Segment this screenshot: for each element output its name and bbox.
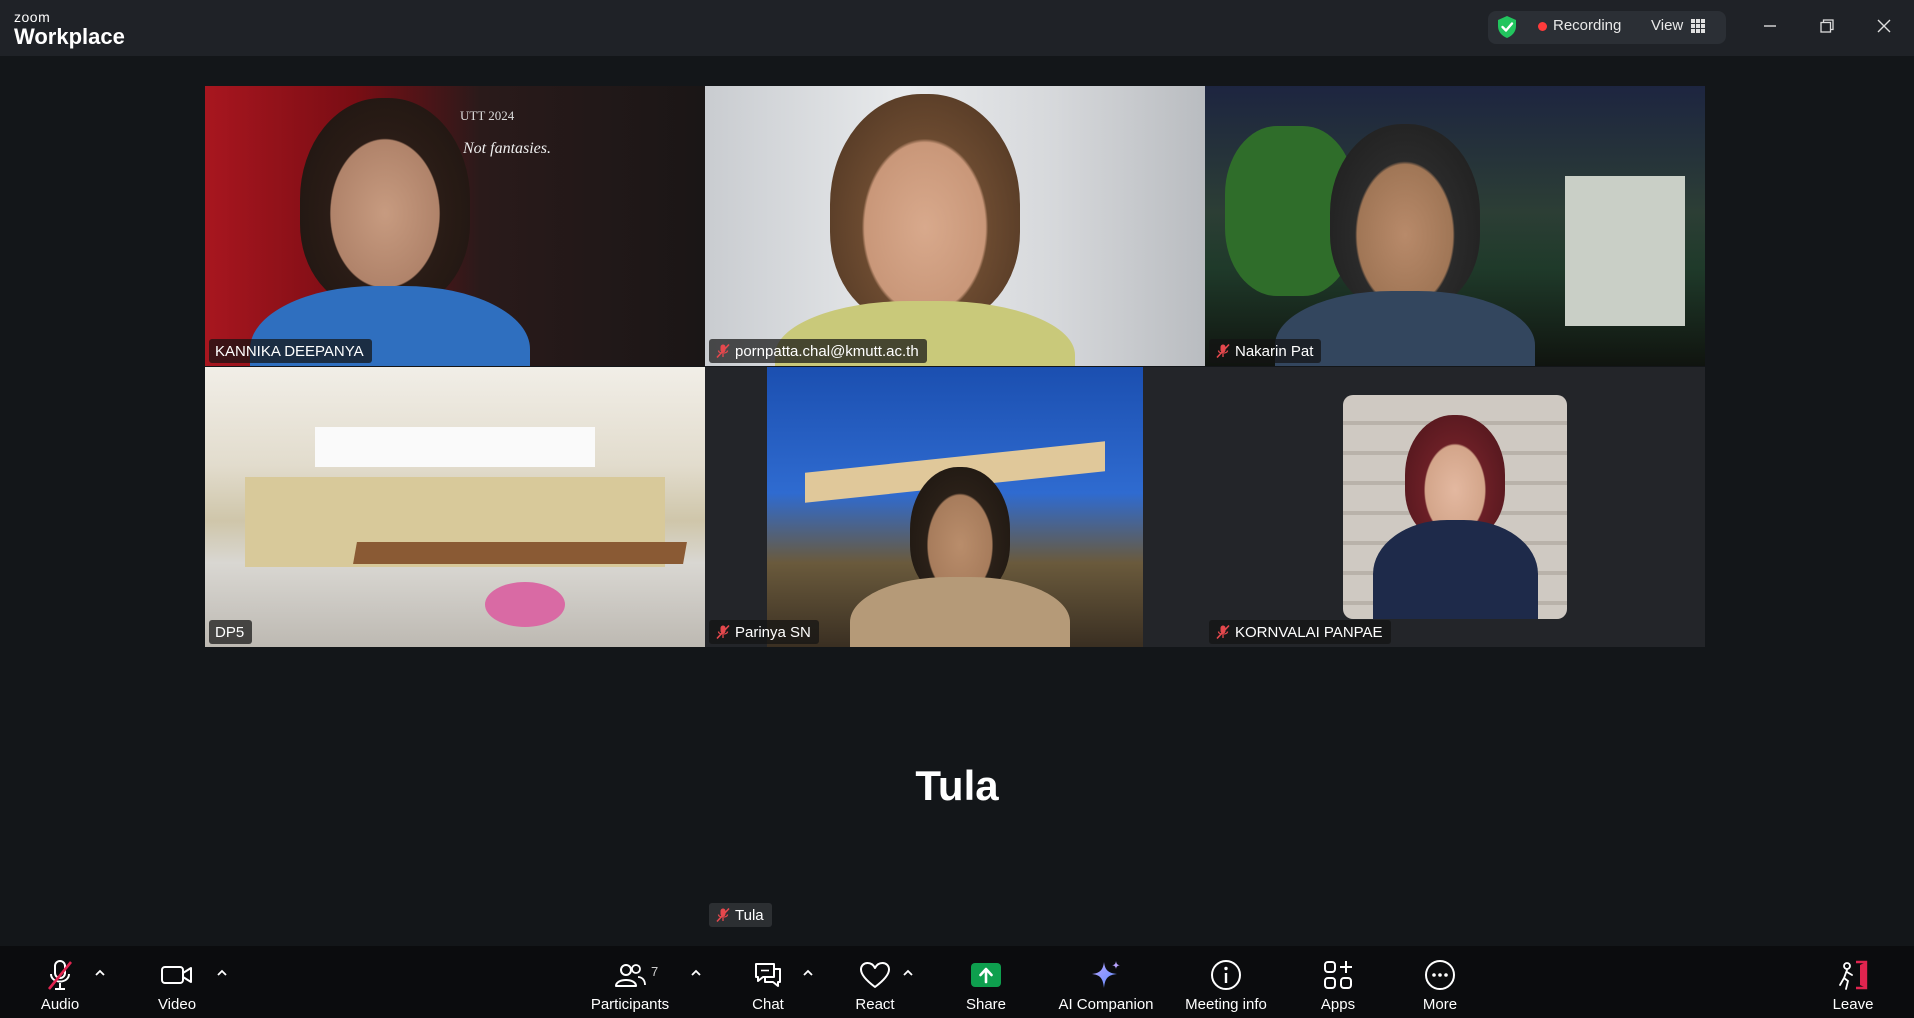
chat-button[interactable]: Chat (742, 946, 794, 1018)
ai-companion-label: AI Companion (1058, 996, 1154, 1013)
ai-sparkle-icon (1092, 961, 1120, 988)
more-button[interactable]: More (1414, 946, 1466, 1018)
chat-label: Chat (752, 996, 784, 1013)
apps-grid-icon (1324, 961, 1352, 989)
view-button[interactable]: View (1651, 17, 1683, 34)
video-tile-kannika[interactable]: UTT 2024 Not fantasies. KANNIKA DEEPANYA (205, 86, 705, 366)
participant-silhouette (830, 94, 1020, 324)
minimize-icon (1764, 25, 1776, 27)
muted-mic-icon (1216, 624, 1230, 640)
video-camera-icon (161, 966, 192, 984)
app-logo: zoom Workplace (14, 10, 125, 48)
share-screen-icon (971, 963, 1001, 987)
more-ellipsis-icon (1425, 960, 1455, 990)
no-video-participant-name[interactable]: Tula (0, 762, 1914, 810)
heart-icon (860, 962, 890, 988)
participants-button[interactable]: Participants (584, 946, 676, 1018)
recording-dot-icon (1538, 22, 1547, 31)
participants-icon (615, 964, 646, 987)
muted-mic-icon (716, 624, 730, 640)
recording-label[interactable]: Recording (1553, 17, 1621, 34)
gallery-grid-icon[interactable] (1691, 19, 1705, 33)
video-tile-parinya[interactable]: Parinya SN (705, 367, 1205, 647)
audio-button[interactable]: Audio (30, 946, 90, 1018)
react-button[interactable]: React (848, 946, 902, 1018)
minimize-button[interactable] (1752, 10, 1788, 42)
restore-button[interactable] (1809, 10, 1845, 42)
meeting-info-button[interactable]: Meeting info (1180, 946, 1272, 1018)
participant-name-label: Parinya SN (709, 620, 819, 644)
participant-name-label: Nakarin Pat (1209, 339, 1322, 363)
video-tile-nakarin[interactable]: Nakarin Pat (1205, 86, 1705, 366)
muted-mic-icon (716, 343, 730, 359)
poster-text: UTT 2024 (460, 108, 515, 123)
conference-table (353, 542, 687, 564)
apps-label: Apps (1320, 996, 1356, 1013)
muted-mic-icon (1216, 343, 1230, 359)
poster-text: Not fantasies. (463, 140, 552, 157)
chat-options-chevron-up-icon[interactable] (800, 966, 816, 980)
brand-workplace: Workplace (14, 24, 125, 49)
video-tile-dp5[interactable]: DP5 (205, 367, 705, 647)
more-label: More (1422, 996, 1458, 1013)
close-button[interactable] (1866, 10, 1902, 42)
muted-mic-icon (716, 907, 730, 923)
info-icon (1211, 960, 1241, 990)
participant-name-label: DP5 (209, 620, 253, 644)
profile-photo (1343, 395, 1567, 619)
video-options-chevron-up-icon[interactable] (214, 966, 230, 980)
audio-label: Audio (40, 996, 80, 1013)
profile-shoulders (1373, 520, 1538, 619)
leave-door-icon (1839, 960, 1868, 990)
leave-meeting-button[interactable]: Leave (1828, 946, 1878, 1018)
participants-options-chevron-up-icon[interactable] (688, 966, 704, 980)
participants-label: Participants (590, 996, 670, 1013)
brand-zoom: zoom (14, 9, 51, 25)
video-button[interactable]: Video (146, 946, 208, 1018)
meeting-toolbar: Audio Video Participants 7 Chat React Sh… (0, 946, 1914, 1018)
microphone-muted-icon (47, 960, 73, 990)
flower-arrangement (485, 582, 565, 627)
react-options-chevron-up-icon[interactable] (900, 966, 916, 980)
ceiling-light (315, 427, 595, 467)
audio-options-chevron-up-icon[interactable] (92, 966, 108, 980)
react-label: React (855, 996, 895, 1013)
meeting-info-label: Meeting info (1185, 996, 1267, 1013)
video-tile-kornvalai[interactable]: KORNVALAI PANPAE (1205, 367, 1705, 647)
close-icon (1877, 19, 1891, 33)
participant-name-label: KANNIKA DEEPANYA (209, 339, 372, 363)
apps-button[interactable]: Apps (1312, 946, 1364, 1018)
participant-silhouette (1330, 124, 1480, 309)
share-screen-button[interactable]: Share (958, 946, 1014, 1018)
restore-icon (1820, 19, 1834, 33)
participant-name-label: KORNVALAI PANPAE (1209, 620, 1391, 644)
background-building (1565, 176, 1685, 326)
participant-name-label: Tula (709, 903, 772, 927)
chat-bubbles-icon (755, 963, 781, 987)
video-tile-pornpatta[interactable]: pornpatta.chal@kmutt.ac.th (705, 86, 1205, 366)
participants-count-badge: 7 (651, 964, 659, 979)
security-shield-icon[interactable] (1496, 15, 1518, 39)
video-label: Video (157, 996, 197, 1013)
participant-name-label: pornpatta.chal@kmutt.ac.th (709, 339, 927, 363)
share-label: Share (965, 996, 1007, 1013)
title-bar: zoom Workplace Recording View (0, 0, 1914, 56)
participant-silhouette (300, 98, 470, 308)
leave-label: Leave (1832, 996, 1874, 1013)
participant-shoulders (850, 577, 1070, 647)
ai-companion-button[interactable]: AI Companion (1054, 946, 1158, 1018)
